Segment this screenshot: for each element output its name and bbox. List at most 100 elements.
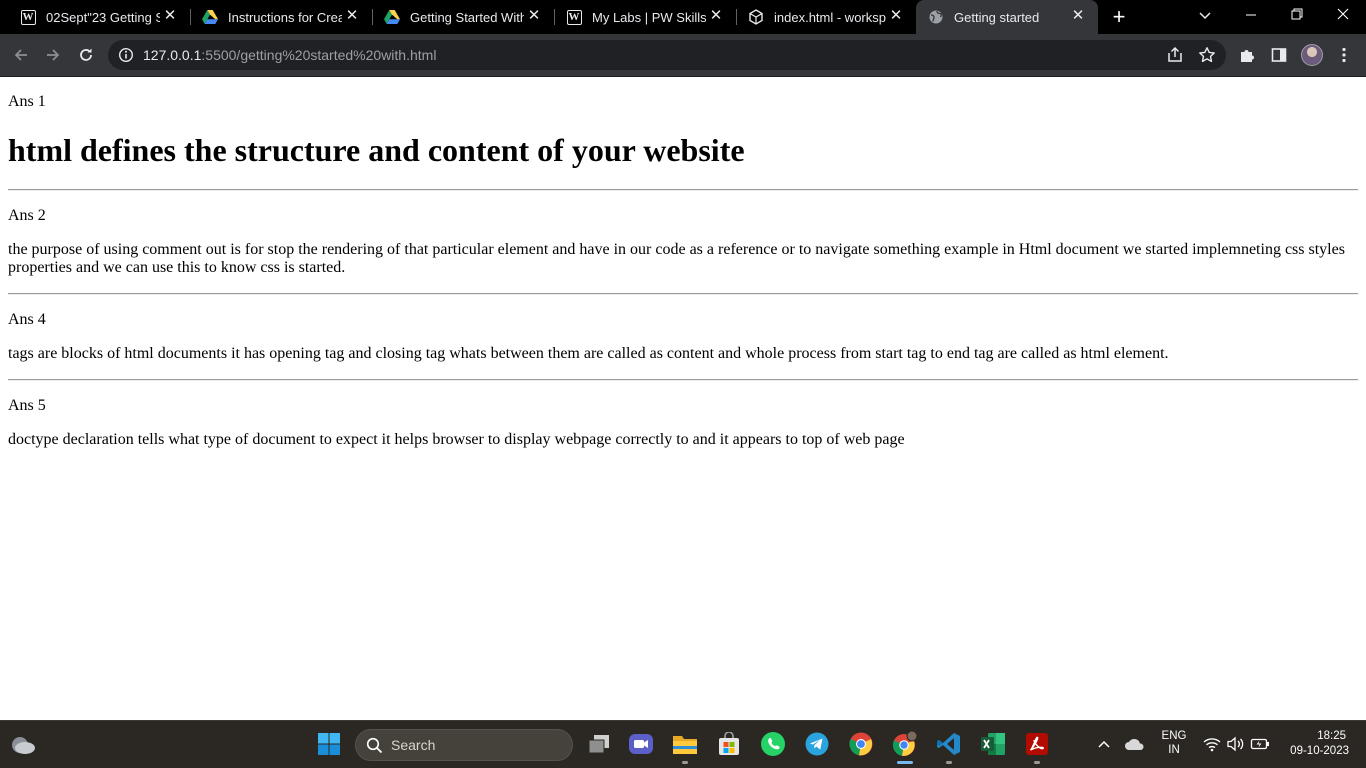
url-host: 127.0.0.1 xyxy=(143,47,202,63)
region-code: IN xyxy=(1168,744,1180,756)
wordpress-icon: W xyxy=(566,9,582,25)
running-indicator xyxy=(682,761,688,764)
side-panel-icon xyxy=(1271,48,1287,62)
address-bar[interactable]: 127.0.0.1:5500/getting%20started%20with.… xyxy=(108,40,1226,70)
whatsapp-button[interactable] xyxy=(760,731,786,757)
browser-tab[interactable]: Getting Started With ✕ xyxy=(372,0,555,34)
puzzle-icon xyxy=(1241,50,1254,62)
tab-close-icon[interactable]: ✕ xyxy=(162,8,178,24)
browser-tab[interactable]: W My Labs | PW Skills ✕ xyxy=(554,0,737,34)
excel-button[interactable] xyxy=(980,731,1006,757)
weather-widget-button[interactable] xyxy=(10,731,36,757)
chevron-up-icon xyxy=(1098,740,1110,748)
horizontal-rule xyxy=(8,293,1358,295)
clock[interactable]: 18:25 09-10-2023 xyxy=(1280,730,1360,757)
close-window-button[interactable] xyxy=(1320,0,1366,30)
onedrive-button[interactable] xyxy=(1122,731,1148,757)
tab-search-button[interactable] xyxy=(1182,0,1228,30)
task-view-icon xyxy=(588,735,609,754)
clock-time: 18:25 xyxy=(1317,730,1346,742)
pdf-reader-icon xyxy=(1026,733,1048,755)
tab-close-icon[interactable]: ✕ xyxy=(344,8,360,24)
profile-avatar[interactable] xyxy=(1301,44,1323,66)
show-hidden-icons-button[interactable] xyxy=(1091,731,1117,757)
restore-icon xyxy=(1291,8,1303,20)
wifi-status[interactable] xyxy=(1199,731,1225,757)
running-indicator xyxy=(1034,761,1040,764)
acrobat-button[interactable] xyxy=(1024,731,1050,757)
google-drive-icon xyxy=(202,9,218,25)
chrome-icon xyxy=(849,732,873,756)
extensions-button[interactable] xyxy=(1237,45,1257,65)
answer-label: Ans 2 xyxy=(8,207,46,224)
battery-status[interactable] xyxy=(1247,731,1273,757)
google-drive-icon xyxy=(384,9,400,25)
info-icon[interactable] xyxy=(118,47,134,63)
telegram-icon xyxy=(805,732,829,756)
language-indicator[interactable]: ENG IN xyxy=(1156,730,1192,756)
tab-close-icon[interactable]: ✕ xyxy=(526,8,542,24)
tab-title: index.html - workspa xyxy=(774,10,886,25)
globe-icon xyxy=(928,9,944,25)
horizontal-rule xyxy=(8,189,1358,191)
browser-toolbar: 127.0.0.1:5500/getting%20started%20with.… xyxy=(0,34,1366,76)
horizontal-rule xyxy=(8,379,1358,381)
language-code: ENG xyxy=(1161,730,1187,742)
browser-tab[interactable]: Instructions for Creati ✕ xyxy=(190,0,373,34)
browser-tab[interactable]: index.html - workspa ✕ xyxy=(736,0,916,34)
chrome-profile-button[interactable] xyxy=(892,731,918,757)
side-panel-button[interactable] xyxy=(1269,45,1289,65)
vscode-button[interactable] xyxy=(936,731,962,757)
reload-icon xyxy=(80,48,92,61)
tab-close-icon[interactable]: ✕ xyxy=(1070,8,1086,24)
volume-status[interactable] xyxy=(1223,731,1249,757)
forward-button[interactable] xyxy=(40,42,66,68)
restore-button[interactable] xyxy=(1274,0,1320,30)
web-page-content: Ans 1 html defines the structure and con… xyxy=(0,77,1366,720)
wifi-icon xyxy=(1203,738,1221,752)
bookmark-star-icon[interactable] xyxy=(1198,46,1216,64)
arrow-right-icon xyxy=(47,49,60,61)
chevron-down-icon xyxy=(1199,12,1211,20)
arrow-left-icon xyxy=(14,49,27,61)
telegram-button[interactable] xyxy=(804,731,830,757)
cloud-icon xyxy=(1125,739,1144,750)
tab-close-icon[interactable]: ✕ xyxy=(708,8,724,24)
minimize-button[interactable] xyxy=(1228,0,1274,30)
url-path: :5500/getting%20started%20with.html xyxy=(201,47,437,63)
running-indicator xyxy=(946,761,952,764)
vscode-icon xyxy=(937,733,960,755)
page-heading: html defines the structure and content o… xyxy=(8,132,745,168)
active-app-indicator xyxy=(897,761,913,764)
windows-taskbar: Search ENG IN 18:25 09-10-2023 xyxy=(0,720,1366,768)
tab-title: My Labs | PW Skills xyxy=(592,10,706,25)
chrome-button[interactable] xyxy=(848,731,874,757)
chrome-icon xyxy=(892,731,918,756)
reload-button[interactable] xyxy=(73,42,99,68)
tab-title: Getting Started With xyxy=(410,10,524,25)
task-view-button[interactable] xyxy=(586,731,612,757)
search-icon xyxy=(366,737,383,754)
share-icon[interactable] xyxy=(1166,46,1184,64)
store-bag-icon xyxy=(719,732,739,755)
wordpress-icon: W xyxy=(20,9,36,25)
menu-button[interactable] xyxy=(1334,45,1354,65)
excel-icon xyxy=(981,733,1005,755)
start-button[interactable] xyxy=(316,731,342,757)
cloud-weather-icon xyxy=(12,737,35,754)
url-text[interactable]: 127.0.0.1:5500/getting%20started%20with.… xyxy=(143,47,436,63)
tab-close-icon[interactable]: ✕ xyxy=(888,8,904,24)
tab-title: Instructions for Creati xyxy=(228,10,342,25)
file-explorer-button[interactable] xyxy=(672,731,698,757)
teams-chat-button[interactable] xyxy=(628,731,654,757)
new-tab-button[interactable]: + xyxy=(1106,6,1132,28)
browser-tab-strip: W 02Sept"23 Getting Sta ✕ Instructions f… xyxy=(0,0,1366,34)
minimize-icon xyxy=(1246,14,1256,16)
video-chat-icon xyxy=(629,734,653,754)
browser-tab-active[interactable]: Getting started ✕ xyxy=(916,0,1098,34)
microsoft-store-button[interactable] xyxy=(716,731,742,757)
back-button[interactable] xyxy=(8,42,34,68)
search-label: Search xyxy=(391,737,436,753)
browser-tab[interactable]: W 02Sept"23 Getting Sta ✕ xyxy=(8,0,191,34)
taskbar-search[interactable]: Search xyxy=(355,729,573,761)
